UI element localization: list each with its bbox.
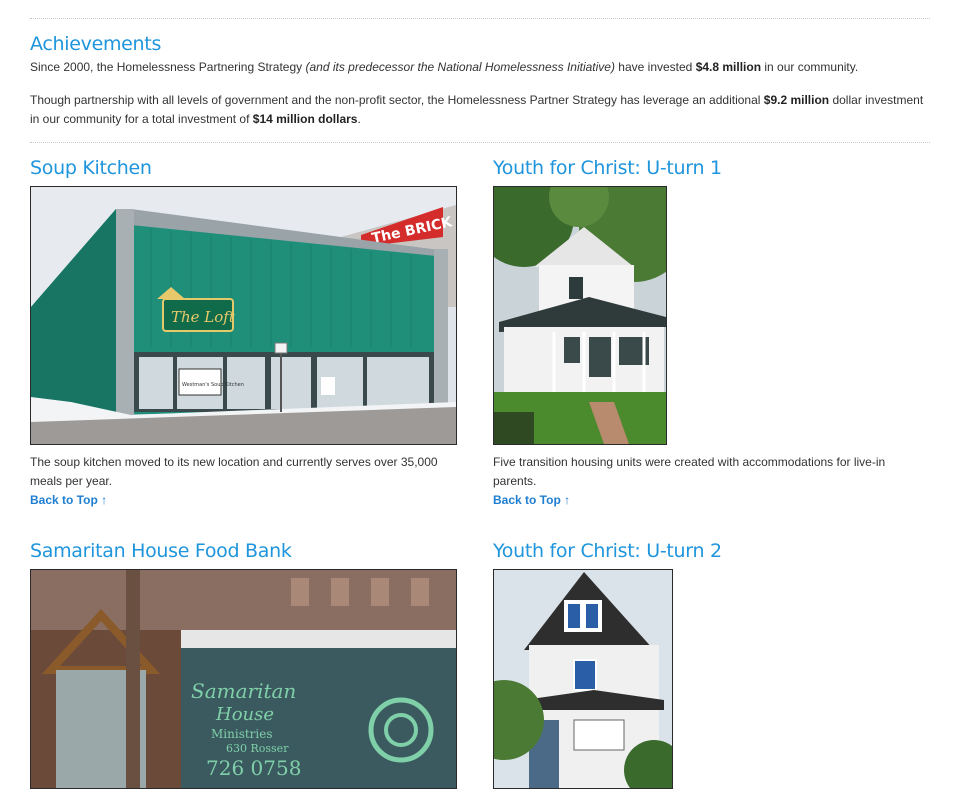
- project-title: Youth for Christ: U-turn 1: [493, 157, 722, 179]
- loft-sign: The Loft: [171, 308, 236, 326]
- achievements-paragraph-2: Though partnership with all levels of go…: [30, 93, 924, 126]
- samaritan-sign-line1: Samaritan: [191, 679, 296, 703]
- soup-kitchen-photo: The BRICK The Loft Westman's Soup Kitche…: [30, 186, 457, 445]
- project-u-turn-1: Youth for Christ: U-turn 1 Five transiti…: [493, 157, 930, 509]
- samaritan-house-photo: Samaritan House Ministries 630 Rosser 72…: [30, 569, 457, 789]
- project-caption: The soup kitchen moved to its new locati…: [30, 455, 438, 488]
- project-title: Soup Kitchen: [30, 157, 152, 179]
- u-turn-1-photo: [493, 186, 667, 445]
- project-title: Youth for Christ: U-turn 2: [493, 540, 722, 562]
- project-soup-kitchen: Soup Kitchen The BRICK The Loft Westman'…: [30, 157, 457, 509]
- project-u-turn-2: Youth for Christ: U-turn 2: [493, 540, 930, 789]
- divider-top: [30, 18, 930, 19]
- window-sign: Westman's Soup Kitchen: [182, 382, 244, 388]
- samaritan-sign-line2: House: [215, 704, 274, 725]
- project-samaritan-house: Samaritan House Food Bank Samaritan Hous…: [30, 540, 457, 789]
- achievements-paragraph-1: Since 2000, the Homelessness Partnering …: [30, 60, 859, 74]
- project-title: Samaritan House Food Bank: [30, 540, 292, 562]
- back-to-top-link[interactable]: Back to Top ↑: [30, 493, 107, 507]
- back-to-top-link[interactable]: Back to Top ↑: [493, 493, 570, 507]
- u-turn-2-photo: [493, 569, 673, 789]
- samaritan-sign-line3: Ministries: [211, 727, 273, 741]
- achievements-heading: Achievements: [30, 33, 162, 55]
- samaritan-sign-line4: 630 Rosser: [226, 742, 289, 755]
- samaritan-sign-phone: 726 0758: [206, 756, 301, 780]
- divider-mid: [30, 142, 930, 143]
- project-caption: Five transition housing units were creat…: [493, 455, 886, 488]
